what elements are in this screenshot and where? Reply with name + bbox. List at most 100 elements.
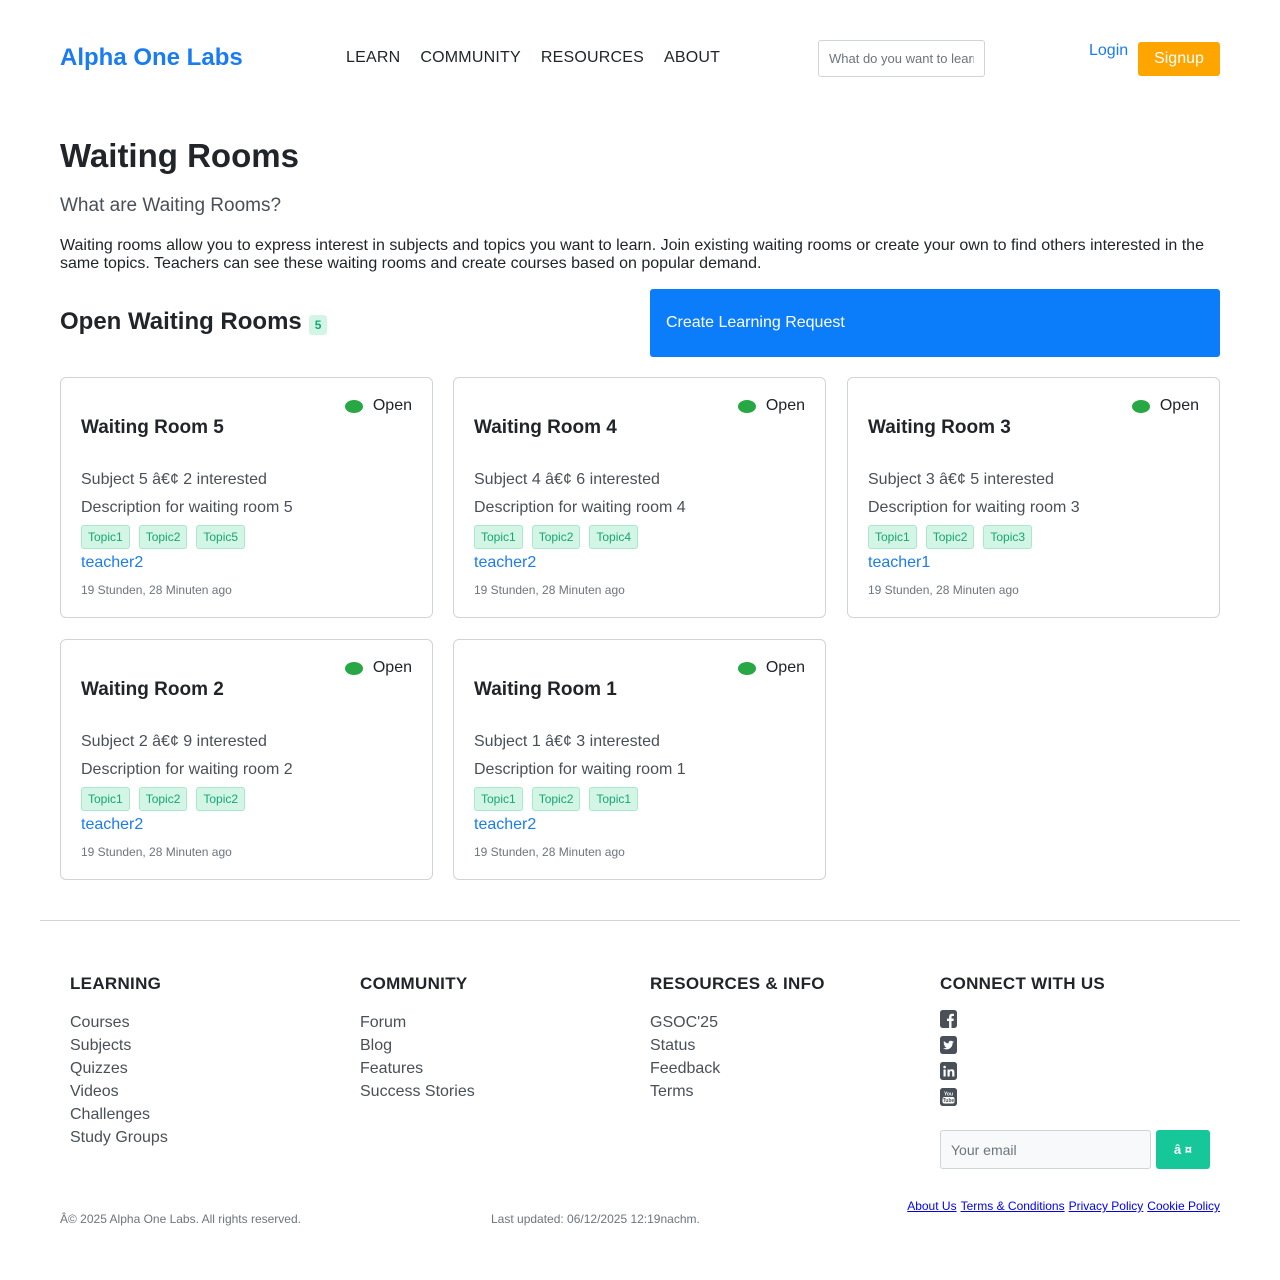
teacher-link[interactable]: teacher2 (81, 816, 143, 834)
footer-link-subjects[interactable]: Subjects (70, 1034, 168, 1057)
topic-tag: Topic1 (474, 787, 523, 811)
copyright-text: Â© 2025 Alpha One Labs. All rights reser… (60, 1212, 301, 1226)
topic-tags: Topic1 Topic2 Topic4 (474, 525, 647, 549)
room-title[interactable]: Waiting Room 4 (474, 417, 617, 439)
footer-link-success-stories[interactable]: Success Stories (360, 1080, 475, 1103)
room-timestamp: 19 Stunden, 28 Minuten ago (81, 845, 232, 859)
topic-tag: Topic1 (474, 525, 523, 549)
footer-link-forum[interactable]: Forum (360, 1011, 475, 1034)
facebook-icon[interactable] (940, 1010, 957, 1028)
teacher-link[interactable]: teacher2 (81, 554, 143, 572)
room-description: Description for waiting room 3 (868, 499, 1080, 516)
page-subtitle: What are Waiting Rooms? (60, 195, 282, 216)
newsletter-submit-button[interactable]: â ¤ (1156, 1130, 1210, 1169)
legal-link-terms-conditions[interactable]: Terms & Conditions (961, 1199, 1065, 1213)
footer-link-terms[interactable]: Terms (650, 1080, 825, 1103)
nav-about[interactable]: ABOUT (664, 49, 720, 67)
status-badge: Open (737, 659, 805, 677)
topic-tag: Topic2 (138, 787, 188, 811)
room-timestamp: 19 Stunden, 28 Minuten ago (868, 583, 1019, 597)
nav-resources[interactable]: RESOURCES (541, 49, 644, 67)
status-label: Open (1159, 397, 1199, 414)
footer-link-features[interactable]: Features (360, 1057, 475, 1080)
search-input[interactable] (818, 40, 985, 77)
waiting-room-card[interactable]: Open Waiting Room 4 Subject 4 â€¢ 6 inte… (453, 377, 826, 618)
footer-link-courses[interactable]: Courses (70, 1011, 168, 1034)
legal-link-cookie-policy[interactable]: Cookie Policy (1147, 1199, 1220, 1213)
waiting-room-card[interactable]: Open Waiting Room 5 Subject 5 â€¢ 2 inte… (60, 377, 433, 618)
page-title: Waiting Rooms (60, 137, 299, 174)
status-label: Open (765, 659, 805, 676)
footer-link-gsoc[interactable]: GSOC'25 (650, 1011, 825, 1034)
teacher-link[interactable]: teacher1 (868, 554, 930, 572)
youtube-icon[interactable]: You Tube (940, 1088, 957, 1106)
footer-link-feedback[interactable]: Feedback (650, 1057, 825, 1080)
status-dot-icon (737, 661, 756, 675)
room-title[interactable]: Waiting Room 3 (868, 417, 1011, 439)
teacher-link[interactable]: teacher2 (474, 554, 536, 572)
room-description: Description for waiting room 1 (474, 761, 686, 778)
footer-link-quizzes[interactable]: Quizzes (70, 1057, 168, 1080)
legal-link-about-us[interactable]: About Us (907, 1199, 956, 1213)
footer-connect: CONNECT WITH US You Tube (940, 974, 1105, 1106)
footer-link-study-groups[interactable]: Study Groups (70, 1126, 168, 1149)
room-subject: Subject 4 â€¢ 6 interested (474, 471, 660, 488)
create-learning-request-button[interactable]: Create Learning Request (650, 289, 1220, 357)
twitter-icon[interactable] (940, 1036, 957, 1054)
nav-community[interactable]: COMMUNITY (420, 49, 520, 67)
svg-text:Tube: Tube (943, 1098, 955, 1104)
topic-tags: Topic1 Topic2 Topic2 (81, 787, 254, 811)
footer-link-status[interactable]: Status (650, 1034, 825, 1057)
site-header: Alpha One Labs LEARN COMMUNITY RESOURCES… (0, 0, 1280, 110)
room-description: Description for waiting room 5 (81, 499, 293, 516)
waiting-room-card[interactable]: Open Waiting Room 1 Subject 1 â€¢ 3 inte… (453, 639, 826, 880)
topic-tags: Topic1 Topic2 Topic1 (474, 787, 647, 811)
waiting-room-card[interactable]: Open Waiting Room 2 Subject 2 â€¢ 9 inte… (60, 639, 433, 880)
legal-link-privacy-policy[interactable]: Privacy Policy (1069, 1199, 1144, 1213)
intro-text: Waiting rooms allow you to express inter… (60, 237, 1204, 272)
legal-links: About Us Terms & Conditions Privacy Poli… (907, 1199, 1220, 1213)
site-logo[interactable]: Alpha One Labs (60, 44, 243, 72)
status-dot-icon (1131, 399, 1150, 413)
topic-tag: Topic1 (81, 787, 130, 811)
footer-link-challenges[interactable]: Challenges (70, 1103, 168, 1126)
main-nav: LEARN COMMUNITY RESOURCES ABOUT (346, 49, 740, 67)
topic-tag: Topic1 (81, 525, 130, 549)
room-title[interactable]: Waiting Room 2 (81, 679, 224, 701)
waiting-room-card[interactable]: Open Waiting Room 3 Subject 3 â€¢ 5 inte… (847, 377, 1220, 618)
room-subject: Subject 5 â€¢ 2 interested (81, 471, 267, 488)
status-badge: Open (344, 659, 412, 677)
svg-text:You: You (944, 1092, 953, 1098)
topic-tag: Topic1 (868, 525, 917, 549)
room-subject: Subject 3 â€¢ 5 interested (868, 471, 1054, 488)
topic-tag: Topic2 (196, 787, 246, 811)
linkedin-icon[interactable] (940, 1062, 957, 1080)
footer-link-videos[interactable]: Videos (70, 1080, 168, 1103)
room-description: Description for waiting room 2 (81, 761, 293, 778)
room-subject: Subject 2 â€¢ 9 interested (81, 733, 267, 750)
room-title[interactable]: Waiting Room 1 (474, 679, 617, 701)
status-label: Open (765, 397, 805, 414)
newsletter-email-input[interactable] (940, 1130, 1151, 1169)
footer-heading: RESOURCES & INFO (650, 974, 825, 993)
login-link[interactable]: Login (1089, 42, 1128, 60)
room-timestamp: 19 Stunden, 28 Minuten ago (474, 845, 625, 859)
last-updated-text: Last updated: 06/12/2025 12:19nachm. (491, 1212, 700, 1226)
section-title-text: Open Waiting Rooms (60, 308, 302, 335)
room-title[interactable]: Waiting Room 5 (81, 417, 224, 439)
signup-button[interactable]: Signup (1138, 42, 1220, 76)
status-dot-icon (344, 661, 363, 675)
footer-link-blog[interactable]: Blog (360, 1034, 475, 1057)
topic-tag: Topic4 (589, 525, 639, 549)
topic-tags: Topic1 Topic2 Topic3 (868, 525, 1041, 549)
teacher-link[interactable]: teacher2 (474, 816, 536, 834)
topic-tag: Topic2 (531, 525, 581, 549)
status-dot-icon (737, 399, 756, 413)
topic-tag: Topic1 (589, 787, 639, 811)
nav-learn[interactable]: LEARN (346, 49, 400, 67)
topic-tags: Topic1 Topic2 Topic5 (81, 525, 254, 549)
room-count-badge: 5 (308, 315, 328, 335)
footer-divider (40, 920, 1240, 921)
footer-heading: LEARNING (70, 974, 162, 993)
status-badge: Open (344, 397, 412, 415)
